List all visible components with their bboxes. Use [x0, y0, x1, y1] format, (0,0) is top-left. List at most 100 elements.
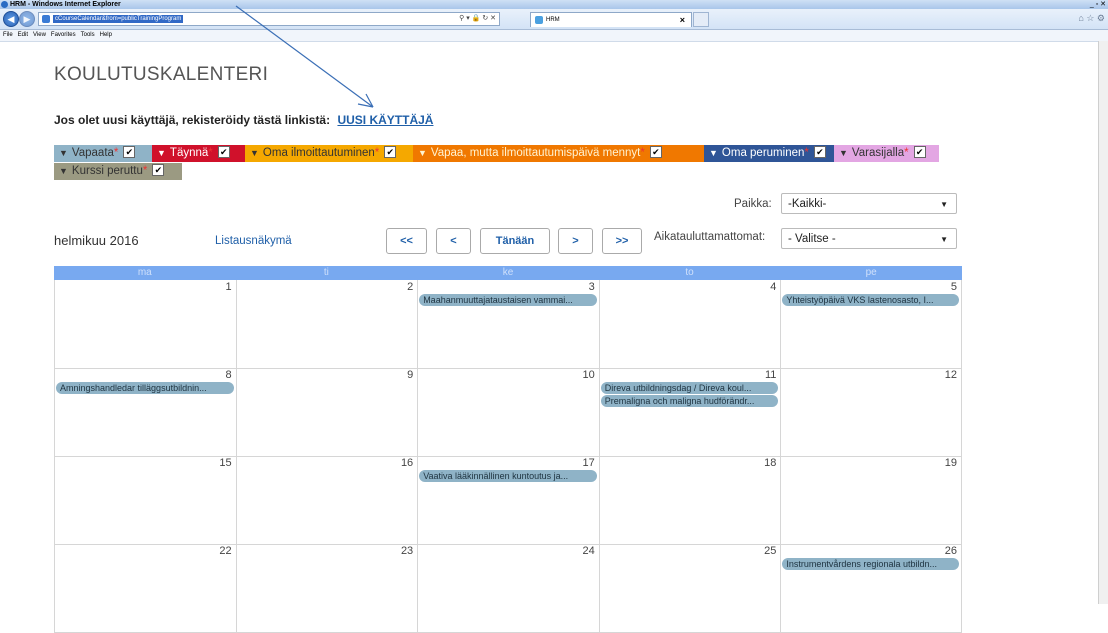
day-number: 10 [582, 369, 595, 381]
calendar-day-cell[interactable]: 22 [54, 544, 236, 632]
legend-taynna[interactable]: ▼ Täynnä* ✔ [152, 145, 245, 162]
day-number: 3 [588, 281, 595, 293]
new-tab-button[interactable] [693, 12, 709, 27]
next-button[interactable]: > [558, 228, 593, 254]
calendar-event[interactable]: Vaativa lääkinnällinen kuntoutus ja... [419, 470, 597, 482]
calendar-week-row: 15 16 17 Vaativa lääkinnällinen kuntoutus j… [54, 456, 962, 545]
calendar-day-cell[interactable]: 3 Maahanmuuttajataustaisen vammai... [417, 280, 599, 368]
unscheduled-select[interactable]: - Valitse - ▼ [781, 228, 957, 249]
calendar-day-cell[interactable]: 25 [598, 544, 781, 632]
calendar-day-cell[interactable]: 9 [235, 368, 418, 456]
browser-tab[interactable]: HRM × [530, 12, 692, 27]
address-controls-icon[interactable]: ⚲ ▾ 🔒 ↻ ✕ [459, 13, 496, 25]
register-prompt: Jos olet uusi käyttäjä, rekisteröidy täs… [54, 113, 433, 127]
home-star-icons[interactable]: ⌂ ☆ ⚙ [1078, 13, 1105, 24]
calendar-event[interactable]: Instrumentvårdens regionala utbildn... [782, 558, 959, 570]
legend-checkbox[interactable]: ✔ [813, 145, 826, 158]
legend-kurssi-peruttu[interactable]: ▼ Kurssi peruttu* ✔ [54, 163, 182, 180]
chevron-down-icon: ▼ [940, 235, 948, 244]
calendar-day-cell[interactable]: 10 [417, 368, 599, 456]
triangle-down-icon: ▼ [250, 148, 259, 158]
place-label: Paikka: [734, 198, 772, 210]
tab-favicon-icon [535, 16, 543, 24]
day-number: 5 [950, 281, 957, 293]
legend-checkbox[interactable]: ✔ [913, 145, 926, 158]
calendar-event[interactable]: Premaligna och maligna hudförändr... [600, 395, 779, 407]
vertical-scrollbar[interactable] [1098, 41, 1108, 604]
current-month: helmikuu 2016 [54, 233, 139, 248]
today-button[interactable]: Tänään [480, 228, 550, 254]
calendar-event[interactable]: Amningshandledar tilläggsutbildnin... [56, 382, 234, 394]
menu-item-edit[interactable]: Edit [18, 32, 28, 38]
day-header-ma: ma [137, 267, 152, 278]
day-number: 19 [944, 457, 957, 469]
calendar-event[interactable]: Direva utbildningsdag / Direva koul... [600, 382, 779, 394]
legend-checkbox[interactable]: ✔ [217, 145, 230, 158]
legend-varasijalla[interactable]: ▼ Varasijalla* ✔ [834, 145, 939, 162]
required-asterisk: * [804, 147, 809, 159]
forward-icon[interactable]: ▶ [19, 11, 35, 27]
day-header-pe: pe [865, 267, 877, 278]
calendar-event[interactable]: Maahanmuuttajataustaisen vammai... [419, 294, 597, 306]
day-number: 23 [400, 545, 414, 557]
legend-ilmoittautumispaiva-mennyt[interactable]: ▼ Vapaa, mutta ilmoittautumispäivä mennyt… [413, 145, 704, 162]
calendar-day-cell[interactable]: 15 [54, 456, 236, 544]
day-number: 2 [407, 281, 414, 293]
day-header-ti: ti [323, 267, 329, 278]
window-title: HRM - Windows Internet Explorer [10, 1, 121, 8]
back-icon[interactable]: ◀ [3, 11, 19, 27]
calendar-day-cell[interactable]: 18 [598, 456, 781, 544]
calendar-day-cell[interactable]: 11 Direva utbildningsdag / Direva koul...… [598, 368, 781, 456]
calendar-day-cell[interactable]: 4 [598, 280, 781, 368]
legend-checkbox[interactable]: ✔ [384, 145, 397, 158]
window-controls[interactable]: _ ▫ ✕ [1090, 0, 1106, 9]
legend-label: Varasijalla [851, 147, 905, 159]
tab-close-icon[interactable]: × [680, 13, 685, 27]
menu-item-help[interactable]: Help [100, 32, 112, 38]
calendar-day-cell[interactable]: 16 [235, 456, 418, 544]
legend-label: Täynnä [169, 147, 209, 159]
ie-icon [1, 1, 8, 8]
legend-checkbox[interactable]: ✔ [152, 163, 165, 176]
legend-oma-peruminen[interactable]: ▼ Oma peruminen* ✔ [704, 145, 834, 162]
place-select[interactable]: -Kaikki- ▼ [781, 193, 957, 214]
calendar-event[interactable]: Yhteistyöpäivä VKS lastenosasto, I... [782, 294, 959, 306]
legend-vapaata[interactable]: ▼ Vapaata* ✔ [54, 145, 152, 162]
menu-item-view[interactable]: View [33, 32, 46, 38]
calendar-day-cell[interactable]: 24 [417, 544, 599, 632]
prev-button[interactable]: < [436, 228, 471, 254]
calendar-week-row: 22 23 24 25 26 Instrumentvårdens regionala ut… [54, 544, 962, 633]
calendar-header: ma ti ke to pe [54, 266, 962, 280]
address-field[interactable]: cCourseCalendar&from=publicTrainingProgr… [38, 12, 500, 26]
menu-item-tools[interactable]: Tools [81, 32, 95, 38]
new-user-link[interactable]: UUSI KÄYTTÄJÄ [337, 113, 433, 127]
calendar-day-cell[interactable]: 1 [54, 280, 236, 368]
calendar-day-cell[interactable]: 12 [780, 368, 962, 456]
calendar-day-cell[interactable]: 5 Yhteistyöpäivä VKS lastenosasto, I... [780, 280, 962, 368]
legend-label: Vapaa, mutta ilmoittautumispäivä mennyt [430, 147, 641, 159]
calendar-day-cell[interactable]: 19 [780, 456, 962, 544]
day-number: 18 [764, 457, 777, 469]
calendar-day-cell[interactable]: 26 Instrumentvårdens regionala utbildn... [780, 544, 962, 632]
legend-oma-ilmoittautuminen[interactable]: ▼ Oma ilmoittautuminen* ✔ [245, 145, 413, 162]
day-number: 16 [400, 457, 414, 469]
day-number: 12 [944, 369, 957, 381]
list-view-link[interactable]: Listausnäkymä [215, 235, 292, 247]
legend-checkbox[interactable]: ✔ [123, 145, 136, 158]
day-number: 4 [770, 281, 777, 293]
calendar-day-cell[interactable]: 8 Amningshandledar tilläggsutbildnin... [54, 368, 236, 456]
address-text: cCourseCalendar&from=publicTrainingProgr… [53, 15, 184, 23]
unscheduled-label: Aikatauluttamattomat: [654, 231, 766, 243]
triangle-down-icon: ▼ [709, 148, 718, 158]
menu-item-favorites[interactable]: Favorites [51, 32, 76, 38]
triangle-down-icon: ▼ [839, 148, 848, 158]
first-button[interactable]: << [386, 228, 427, 254]
last-button[interactable]: >> [602, 228, 642, 254]
calendar-day-cell[interactable]: 2 [235, 280, 418, 368]
required-asterisk: * [208, 147, 213, 159]
menu-item-file[interactable]: File [3, 32, 13, 38]
legend-checkbox[interactable]: ✔ [649, 145, 662, 158]
calendar-day-cell[interactable]: 23 [235, 544, 418, 632]
day-number: 11 [764, 369, 777, 381]
calendar-day-cell[interactable]: 17 Vaativa lääkinnällinen kuntoutus ja... [417, 456, 599, 544]
